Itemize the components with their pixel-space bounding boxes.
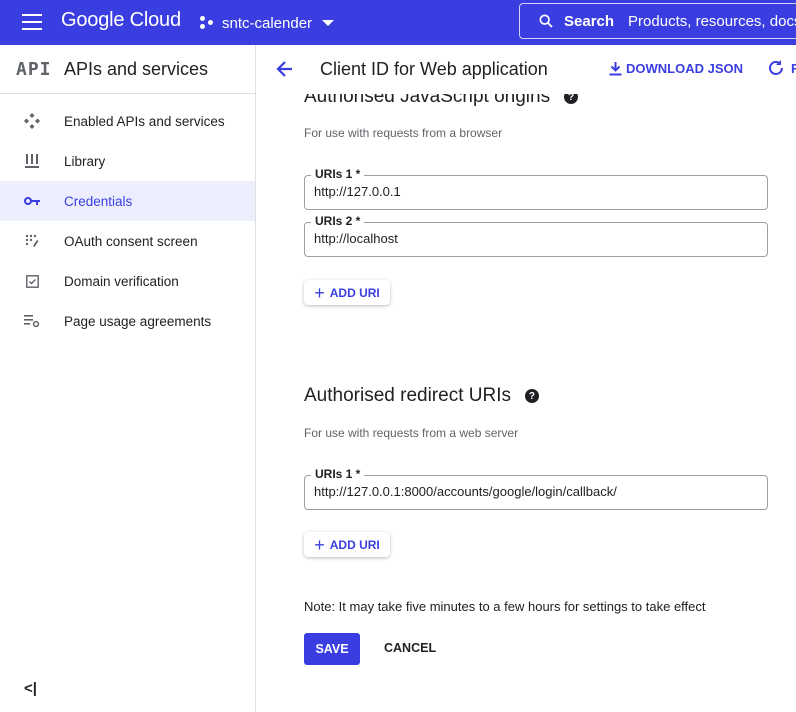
save-button[interactable]: SAVE xyxy=(304,633,360,665)
redirect-uris-title: Authorised redirect URIs xyxy=(304,385,511,406)
download-json-label: DOWNLOAD JSON xyxy=(626,61,743,76)
refresh-button[interactable]: R xyxy=(767,59,796,77)
settings-note: Note: It may take five minutes to a few … xyxy=(304,599,706,614)
settings-list-icon xyxy=(24,313,40,329)
api-badge-icon: API xyxy=(16,58,52,80)
search-placeholder: Products, resources, docs xyxy=(628,12,796,30)
search-bar[interactable]: Search Products, resources, docs xyxy=(519,3,796,39)
plus-icon: + xyxy=(314,534,325,555)
add-redirect-uri-button[interactable]: + ADD URI xyxy=(304,532,390,557)
field-label: URIs 2 * xyxy=(311,214,365,228)
back-arrow-icon[interactable] xyxy=(275,59,295,79)
cancel-button[interactable]: CANCEL xyxy=(384,641,436,655)
help-icon[interactable]: ? xyxy=(524,389,539,403)
menu-icon[interactable] xyxy=(22,14,42,30)
js-origin-uri-1-field[interactable]: URIs 1 * xyxy=(304,167,768,210)
project-selector[interactable]: sntc-calender xyxy=(200,12,335,34)
project-icon xyxy=(200,16,216,30)
sidebar-item-oauth-consent[interactable]: OAuth consent screen xyxy=(0,221,255,261)
redirect-uris-section-title: Authorised redirect URIs ? xyxy=(304,385,539,407)
collapse-sidebar-icon[interactable]: <| xyxy=(24,680,37,697)
js-origin-uri-2-input[interactable] xyxy=(314,231,754,246)
sidebar-item-label: Credentials xyxy=(64,193,133,209)
sidebar-item-credentials[interactable]: Credentials xyxy=(0,181,255,221)
add-uri-label: ADD URI xyxy=(329,537,380,552)
sidebar-item-domain-verification[interactable]: Domain verification xyxy=(0,261,255,301)
key-icon xyxy=(24,193,40,209)
project-name: sntc-calender xyxy=(222,14,313,32)
download-json-button[interactable]: DOWNLOAD JSON xyxy=(609,61,743,76)
search-icon xyxy=(539,14,553,28)
sidebar-item-label: OAuth consent screen xyxy=(64,233,198,249)
sidebar-item-label: Domain verification xyxy=(64,273,179,289)
js-origins-subtitle: For use with requests from a browser xyxy=(304,126,503,140)
sidebar-title: APIs and services xyxy=(64,58,209,79)
field-label: URIs 1 * xyxy=(311,467,365,481)
refresh-icon xyxy=(769,60,783,75)
plus-icon: + xyxy=(314,282,325,303)
field-label: URIs 1 * xyxy=(311,167,365,181)
js-origins-section-title: Authorised JavaScript origins ? xyxy=(304,94,579,108)
enabled-apis-icon xyxy=(24,113,40,129)
sidebar-item-library[interactable]: Library xyxy=(0,141,255,181)
sidebar: API APIs and services Enabled APIs and s… xyxy=(0,45,256,712)
help-icon[interactable]: ? xyxy=(564,94,579,104)
redirect-uri-1-field[interactable]: URIs 1 * xyxy=(304,467,768,510)
library-icon xyxy=(24,153,40,169)
page-header: Client ID for Web application DOWNLOAD J… xyxy=(257,45,796,94)
domain-check-icon xyxy=(24,273,40,289)
top-app-bar: Google Cloud sntc-calender Search Produc… xyxy=(0,0,796,45)
add-uri-label: ADD URI xyxy=(329,285,380,300)
js-origin-uri-1-input[interactable] xyxy=(314,184,754,199)
main-content: Authorised JavaScript origins ? For use … xyxy=(257,94,796,712)
sidebar-item-page-usage[interactable]: Page usage agreements xyxy=(0,301,255,341)
sidebar-item-label: Enabled APIs and services xyxy=(64,113,225,129)
add-js-origin-button[interactable]: + ADD URI xyxy=(304,280,390,305)
js-origins-title: Authorised JavaScript origins xyxy=(304,94,551,107)
redirect-uris-subtitle: For use with requests from a web server xyxy=(304,426,519,440)
google-cloud-logo[interactable]: Google Cloud xyxy=(61,9,181,32)
sidebar-item-enabled-apis[interactable]: Enabled APIs and services xyxy=(0,101,255,141)
download-icon xyxy=(609,61,622,75)
sidebar-item-label: Page usage agreements xyxy=(64,313,212,329)
refresh-label: R xyxy=(791,60,796,76)
search-label: Search xyxy=(564,12,615,30)
oauth-consent-icon xyxy=(24,233,40,249)
sidebar-header: API APIs and services xyxy=(0,45,255,94)
redirect-uri-1-input[interactable] xyxy=(314,484,754,499)
chevron-down-icon xyxy=(322,20,335,26)
sidebar-item-label: Library xyxy=(64,153,106,169)
js-origin-uri-2-field[interactable]: URIs 2 * xyxy=(304,214,768,257)
page-title: Client ID for Web application xyxy=(320,59,548,79)
